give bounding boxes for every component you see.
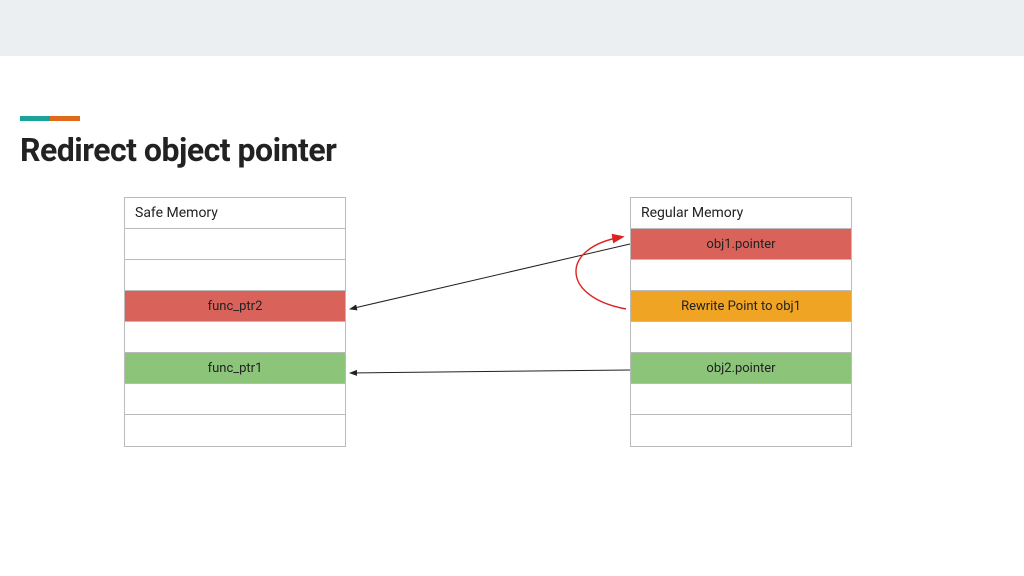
table-row [631, 322, 851, 353]
obj1-pointer-row: obj1.pointer [631, 229, 851, 260]
accent-bar [20, 116, 80, 121]
obj2-pointer-row: obj2.pointer [631, 353, 851, 384]
rewrite-point-row: Rewrite Point to obj1 [631, 291, 851, 322]
safe-memory-header: Safe Memory [125, 198, 345, 229]
accent-segment-orange [50, 116, 80, 121]
table-row [125, 384, 345, 415]
page-title: Redirect object pointer [20, 131, 1004, 169]
memory-diagram: Safe Memory func_ptr2 func_ptr1 Regular … [20, 197, 1004, 537]
table-row [125, 229, 345, 260]
regular-memory-header: Regular Memory [631, 198, 851, 229]
safe-memory-table: Safe Memory func_ptr2 func_ptr1 [124, 197, 346, 447]
table-row [631, 415, 851, 446]
arrow-rewrite-to-obj1 [576, 237, 626, 309]
table-row [125, 322, 345, 353]
table-row [125, 260, 345, 291]
arrow-obj1-to-funcptr2 [350, 244, 630, 309]
top-bar [0, 0, 1024, 56]
regular-memory-table: Regular Memory obj1.pointer Rewrite Poin… [630, 197, 852, 447]
table-row [631, 384, 851, 415]
table-row [631, 260, 851, 291]
func-ptr1-row: func_ptr1 [125, 353, 345, 384]
accent-segment-teal [20, 116, 50, 121]
table-row [125, 415, 345, 446]
arrow-obj2-to-funcptr1 [350, 370, 630, 373]
func-ptr2-row: func_ptr2 [125, 291, 345, 322]
slide-content: Redirect object pointer Safe Memory func… [0, 56, 1024, 537]
